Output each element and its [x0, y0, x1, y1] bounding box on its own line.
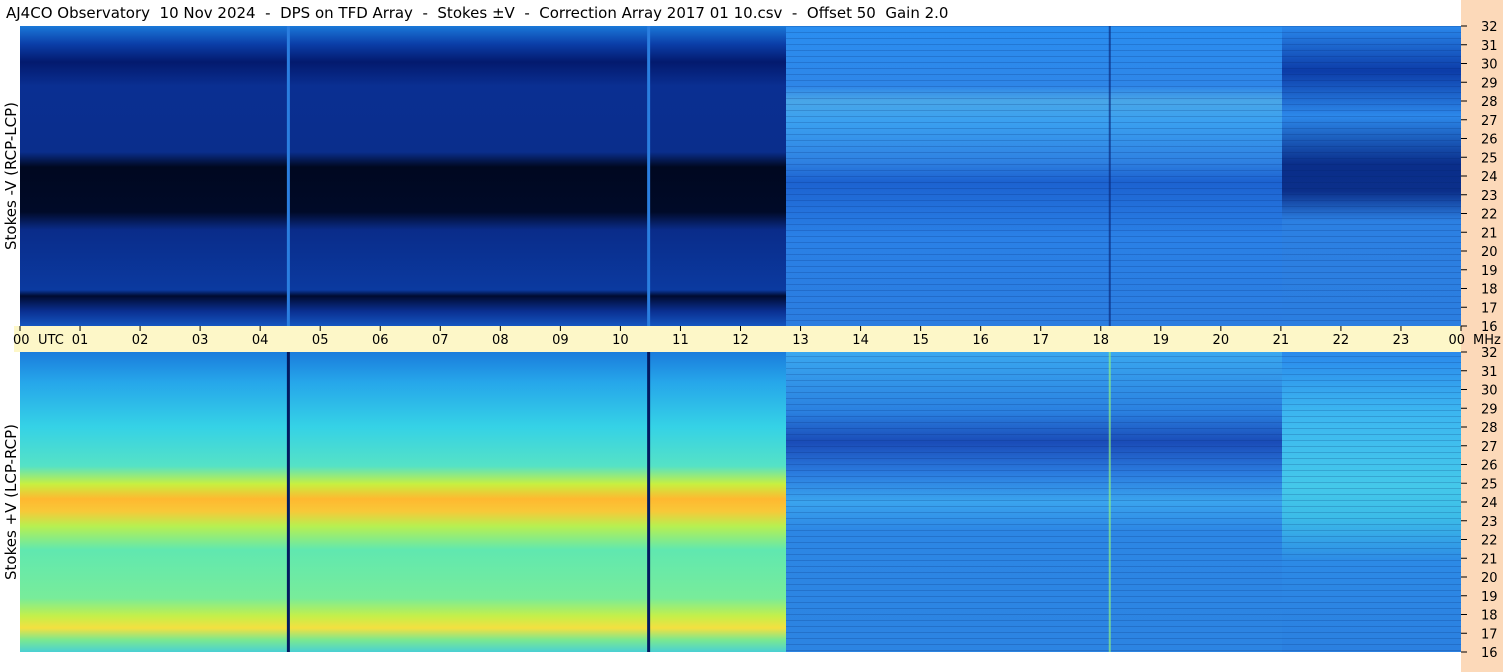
y-tick-label: 28 — [1481, 421, 1498, 436]
y-tick-label: 27 — [1481, 114, 1498, 129]
y-tick-label: 16 — [1481, 646, 1498, 661]
x-unit-label: UTC — [38, 333, 64, 348]
y-tick-label: 22 — [1481, 534, 1498, 549]
x-tick-label: 22 — [1333, 333, 1350, 348]
y-tick-label: 16 — [1481, 320, 1498, 335]
x-tick-label: 00 — [13, 333, 30, 348]
gap-line — [647, 26, 651, 326]
x-tick-label: 03 — [192, 333, 209, 348]
x-tick-label: 02 — [132, 333, 149, 348]
y-tick-label: 31 — [1481, 39, 1498, 54]
x-tick-label: 04 — [252, 333, 269, 348]
y-tick-label: 23 — [1481, 189, 1498, 204]
bottom-noise-streaks — [786, 352, 1461, 652]
y-tick-label: 21 — [1481, 226, 1498, 241]
interference-line — [1108, 26, 1111, 326]
y-tick-label: 20 — [1481, 571, 1498, 586]
bottom-quiet-region — [20, 352, 786, 652]
x-tick-label: 09 — [552, 333, 569, 348]
x-tick-label: 01 — [72, 333, 89, 348]
y-tick-label: 19 — [1481, 590, 1498, 605]
y-tick-label: 20 — [1481, 245, 1498, 260]
x-tick-label: 07 — [432, 333, 449, 348]
y-tick-label: 25 — [1481, 151, 1498, 166]
x-tick-label: 20 — [1213, 333, 1230, 348]
interference-line — [1108, 352, 1111, 652]
x-tick-label: 06 — [372, 333, 389, 348]
y-tick-label: 22 — [1481, 208, 1498, 223]
y-tick-label: 25 — [1481, 477, 1498, 492]
top-spectrogram-panel — [20, 26, 1461, 326]
y-tick-label: 32 — [1481, 20, 1498, 35]
y-tick-label: 26 — [1481, 459, 1498, 474]
y-tick-label: 17 — [1481, 301, 1498, 316]
x-tick-label: 21 — [1273, 333, 1290, 348]
bottom-spectrogram-panel — [20, 352, 1461, 652]
x-tick-label: 15 — [912, 333, 929, 348]
y-tick-label: 27 — [1481, 440, 1498, 455]
x-tick-label: 13 — [792, 333, 809, 348]
y-tick-label: 18 — [1481, 609, 1498, 624]
x-tick-label: 10 — [612, 333, 629, 348]
top-noise-streaks — [786, 26, 1461, 326]
y-tick-label: 24 — [1481, 496, 1498, 511]
y-tick-label: 17 — [1481, 627, 1498, 642]
y-tick-label: 24 — [1481, 170, 1498, 185]
x-tick-label: 14 — [852, 333, 869, 348]
y-tick-label: 26 — [1481, 133, 1498, 148]
x-tick-label: 05 — [312, 333, 329, 348]
y-tick-label: 18 — [1481, 283, 1498, 298]
y-tick-label: 19 — [1481, 264, 1498, 279]
x-tick-label: 08 — [492, 333, 509, 348]
x-tick-label: 19 — [1153, 333, 1170, 348]
x-tick-label: 11 — [672, 333, 689, 348]
y-tick-label: 29 — [1481, 76, 1498, 91]
x-tick-label: 18 — [1092, 333, 1109, 348]
top-quiet-region — [20, 26, 786, 326]
y-tick-label: 30 — [1481, 384, 1498, 399]
x-tick-label: 12 — [732, 333, 749, 348]
x-tick-label: 16 — [972, 333, 989, 348]
y-tick-label: 23 — [1481, 515, 1498, 530]
y-tick-label: 29 — [1481, 402, 1498, 417]
gap-line — [647, 352, 651, 652]
y-tick-label: 28 — [1481, 95, 1498, 110]
gap-line — [286, 26, 290, 326]
x-tick-label: 17 — [1032, 333, 1049, 348]
y-tick-label: 31 — [1481, 365, 1498, 380]
y-tick-label: 30 — [1481, 58, 1498, 73]
x-tick-label: 23 — [1393, 333, 1410, 348]
gap-line — [286, 352, 290, 652]
spectrogram-figure: 00 01 02 03 04 05 06 07 08 09 10 11 12 13 14 15 16 17 18 19… — [13, 0, 1503, 672]
y-tick-label: 32 — [1481, 346, 1498, 361]
y-tick-label: 21 — [1481, 552, 1498, 567]
x-tick-label: 00 — [1448, 333, 1465, 348]
